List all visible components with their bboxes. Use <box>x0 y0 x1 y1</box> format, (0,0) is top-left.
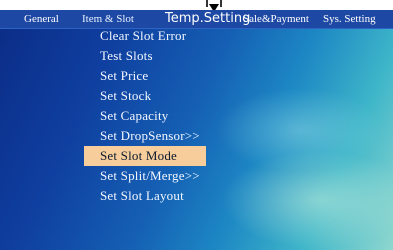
tab-sys-setting[interactable]: Sys. Setting <box>323 10 376 28</box>
menu-item-test-slots[interactable]: Test Slots <box>84 46 206 66</box>
menu-item-set-capacity[interactable]: Set Capacity <box>84 106 206 126</box>
menu-item-set-dropsensor[interactable]: Set DropSensor>> <box>84 126 206 146</box>
tab-general[interactable]: General <box>24 10 59 28</box>
menu-item-set-slot-mode[interactable]: Set Slot Mode <box>84 146 206 166</box>
settings-screen: General Item & Slot Temp.Setting Sale&Pa… <box>0 0 393 250</box>
menu-item-clear-slot-error[interactable]: Clear Slot Error <box>84 26 206 46</box>
menu-item-set-stock[interactable]: Set Stock <box>84 86 206 106</box>
menu-item-set-split-merge[interactable]: Set Split/Merge>> <box>84 166 206 186</box>
tab-sale-and-payment[interactable]: Sale&Payment <box>243 10 309 28</box>
menu-item-set-price[interactable]: Set Price <box>84 66 206 86</box>
menu-item-set-slot-layout[interactable]: Set Slot Layout <box>84 186 206 206</box>
